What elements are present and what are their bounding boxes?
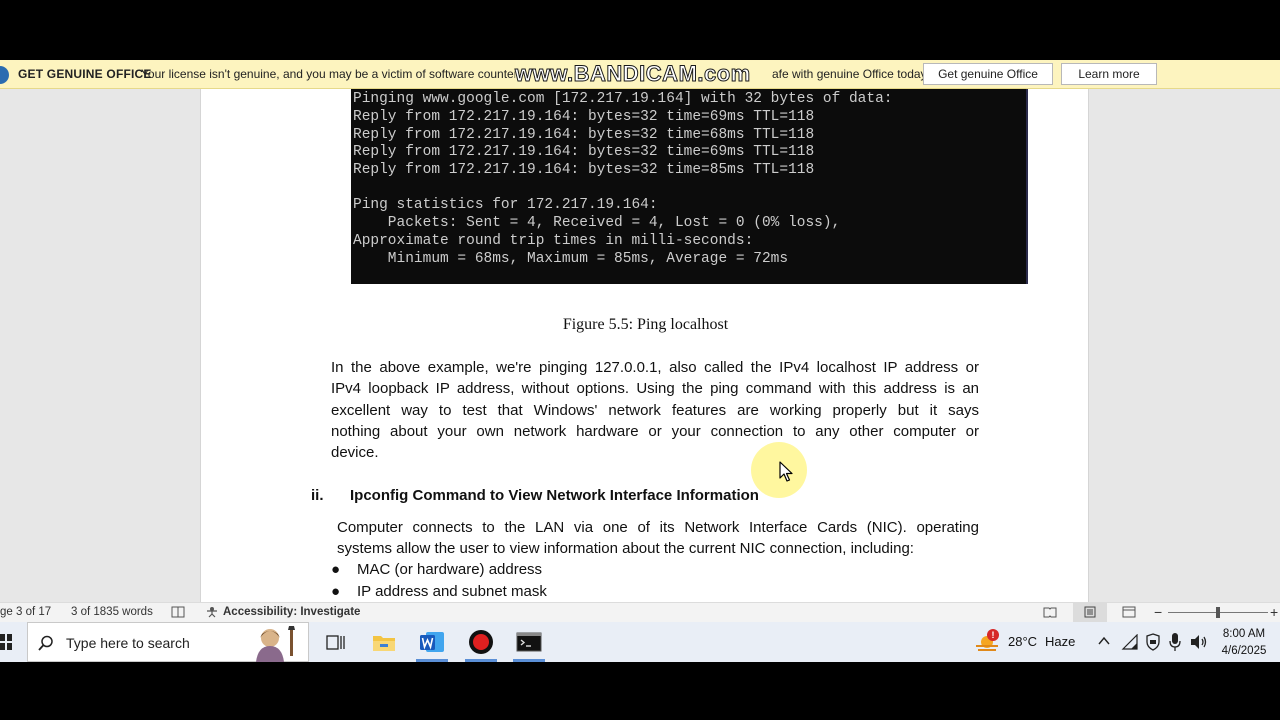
paragraph-line: Computer connects to the LAN via one of …: [337, 519, 979, 536]
console-line: Ping statistics for 172.217.19.164:: [353, 197, 658, 213]
console-line: Pinging www.google.com [172.217.19.164] …: [353, 91, 893, 107]
list-item-text: IP address and subnet mask: [357, 583, 547, 600]
accessibility-icon[interactable]: [205, 606, 219, 618]
console-screenshot-image: Pinging www.google.com [172.217.19.164] …: [351, 89, 1028, 284]
heading-ipconfig: Ipconfig Command to View Network Interfa…: [350, 487, 759, 504]
accessibility-status[interactable]: Accessibility: Investigate: [223, 606, 360, 618]
search-icon: [38, 635, 53, 651]
bandicam-active-indicator: [465, 659, 497, 662]
learn-more-button[interactable]: Learn more: [1061, 63, 1157, 85]
search-placeholder: Type here to search: [66, 635, 190, 651]
weather-alert-badge: !: [987, 629, 999, 641]
license-notification-bar: GET GENUINE OFFICE Your license isn't ge…: [0, 60, 1280, 89]
clock-date: 4/6/2025: [1221, 645, 1267, 657]
office-shield-icon: [0, 66, 9, 84]
task-view-icon[interactable]: [321, 628, 349, 656]
license-bar-message-end: afe with genuine Office today.: [772, 67, 929, 81]
paragraph-line: excellent way to test that Windows' netw…: [331, 401, 979, 419]
get-genuine-office-button[interactable]: Get genuine Office: [923, 63, 1053, 85]
zoom-out-button[interactable]: −: [1154, 604, 1162, 620]
microsoft-word-icon[interactable]: [418, 628, 446, 656]
microphone-icon[interactable]: [1168, 632, 1182, 652]
volume-icon[interactable]: [1190, 634, 1208, 650]
word-status-bar: ge 3 of 17 3 of 1835 words Accessibility…: [0, 602, 1280, 622]
bandicam-watermark: www.BANDICAM.com: [515, 61, 760, 87]
web-layout-icon[interactable]: [1122, 606, 1136, 618]
taskbar-search-box[interactable]: Type here to search: [27, 622, 309, 662]
clock-time: 8:00 AM: [1222, 628, 1266, 640]
windows-start-icon[interactable]: [0, 634, 12, 650]
proofing-book-icon[interactable]: [171, 606, 185, 618]
paragraph-nic-intro: Computer connects to the LAN via one of …: [337, 517, 979, 560]
page-count[interactable]: ge 3 of 17: [0, 606, 51, 618]
console-line: Reply from 172.217.19.164: bytes=32 time…: [353, 162, 815, 178]
console-line: Packets: Sent = 4, Received = 4, Lost = …: [353, 215, 841, 231]
license-bar-title: GET GENUINE OFFICE: [18, 67, 152, 81]
bullet-icon: ●: [331, 583, 341, 600]
cmd-active-indicator: [513, 659, 545, 662]
list-item-text: MAC (or hardware) address: [357, 561, 543, 578]
license-bar-message: Your license isn't genuine, and you may …: [141, 67, 522, 81]
security-shield-icon[interactable]: [1145, 633, 1161, 651]
bandicam-record-icon[interactable]: [467, 628, 495, 656]
search-highlight-illustration-icon: [256, 626, 295, 662]
print-layout-icon[interactable]: [1083, 606, 1097, 618]
command-prompt-icon[interactable]: [515, 628, 543, 656]
zoom-in-button[interactable]: +: [1270, 604, 1278, 620]
paragraph-line: In the above example, we're pinging 127.…: [331, 359, 979, 376]
taskbar-clock[interactable]: 8:00 AM 4/6/2025: [1214, 626, 1274, 660]
console-line: Reply from 172.217.19.164: bytes=32 time…: [353, 109, 815, 125]
windows-taskbar: Type here to search ! 28°C Haze 8:00 AM …: [0, 622, 1280, 662]
paragraph-ping-explanation: In the above example, we're pinging 127.…: [331, 357, 979, 463]
zoom-slider-thumb[interactable]: [1216, 607, 1220, 618]
paragraph-line: systems allow the user to view informati…: [337, 540, 914, 558]
bullet-icon: ●: [331, 561, 341, 578]
console-line: Reply from 172.217.19.164: bytes=32 time…: [353, 144, 815, 160]
figure-caption: Figure 5.5: Ping localhost: [562, 316, 729, 333]
document-page[interactable]: Pinging www.google.com [172.217.19.164] …: [200, 89, 1089, 602]
heading-number: ii.: [311, 487, 324, 504]
console-line: Minimum = 68ms, Maximum = 85ms, Average …: [353, 251, 789, 267]
paragraph-line: IPv4 loopback IP address, without option…: [331, 380, 979, 398]
document-canvas[interactable]: Pinging www.google.com [172.217.19.164] …: [0, 89, 1280, 602]
network-icon[interactable]: [1121, 634, 1139, 650]
console-line: Approximate round trip times in milli-se…: [353, 233, 754, 249]
weather-description[interactable]: Haze: [1045, 634, 1075, 649]
paragraph-line: device.: [331, 444, 379, 462]
paragraph-line: nothing about your own network hardware …: [331, 422, 979, 440]
read-mode-icon[interactable]: [1043, 606, 1057, 618]
word-active-indicator: [416, 659, 448, 662]
weather-temperature[interactable]: 28°C: [1008, 634, 1037, 649]
word-count[interactable]: 3 of 1835 words: [71, 606, 153, 618]
console-line: Reply from 172.217.19.164: bytes=32 time…: [353, 127, 815, 143]
file-explorer-icon[interactable]: [370, 628, 398, 656]
chevron-up-icon[interactable]: [1097, 635, 1111, 647]
mouse-pointer-icon: [779, 461, 793, 482]
